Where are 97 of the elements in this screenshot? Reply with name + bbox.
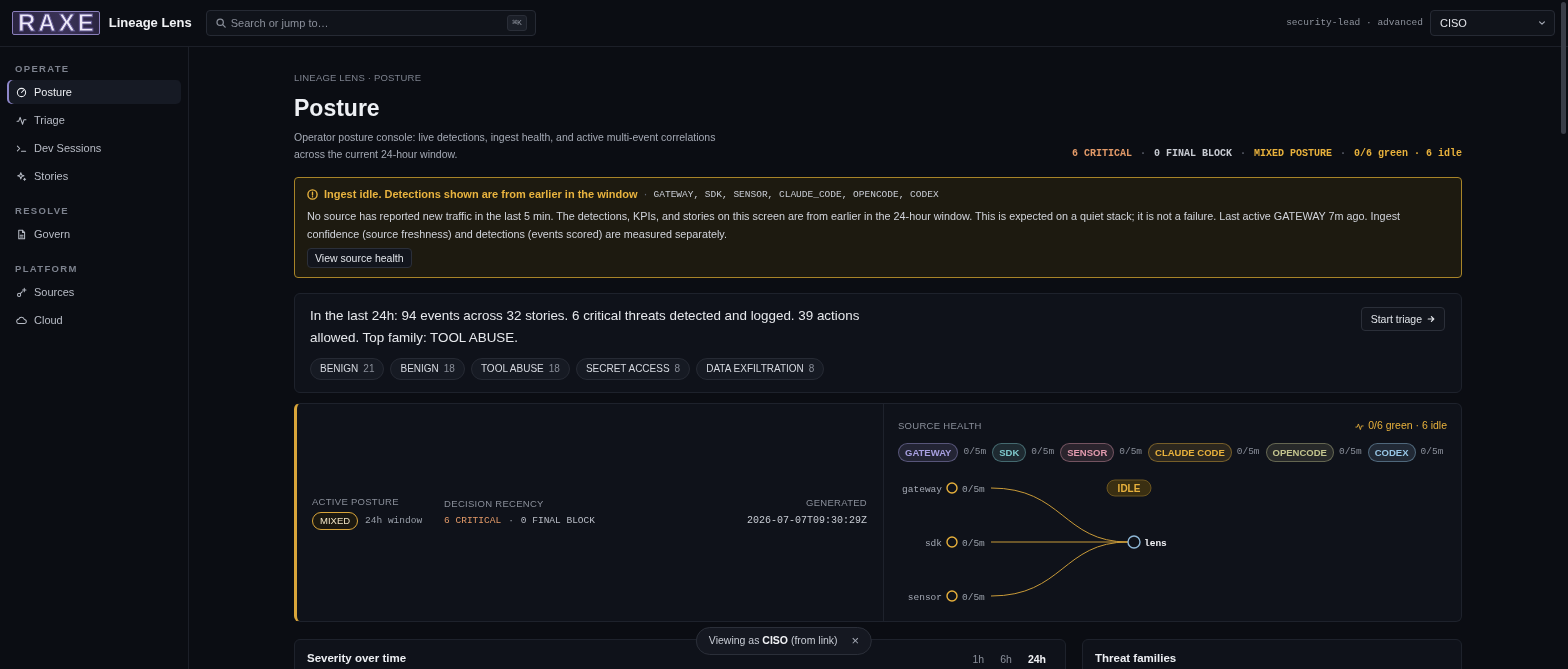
source-tag: OPENCODE bbox=[1265, 443, 1334, 462]
separator: · bbox=[1339, 147, 1346, 162]
source-tag: CODEX bbox=[1367, 443, 1416, 462]
section-label: OPERATE bbox=[14, 63, 70, 75]
section-label: PLATFORM bbox=[14, 263, 78, 275]
search-icon bbox=[215, 18, 226, 28]
status-summary: 6 CRITICAL bbox=[1071, 147, 1132, 162]
node-reading: 0/5m bbox=[962, 591, 985, 603]
window-label: 24h window bbox=[365, 513, 423, 528]
sidebar-item[interactable]: Triage bbox=[7, 108, 181, 132]
source-reading: 0/5m bbox=[1119, 445, 1143, 460]
source-tag: SENSOR bbox=[1060, 443, 1115, 462]
node-label: gateway bbox=[902, 483, 942, 495]
target-node bbox=[1127, 535, 1141, 549]
breadcrumb: LINEAGE LENS · POSTURE bbox=[294, 71, 422, 85]
family-label: BENIGN bbox=[320, 362, 359, 377]
separator: · bbox=[643, 186, 648, 204]
view-source-health-button[interactable]: View source health bbox=[307, 248, 412, 269]
separator: · bbox=[1139, 147, 1146, 162]
health-summary: 0/6 green · 6 idle bbox=[1368, 418, 1447, 434]
page-description: Operator posture console: live detections, ingest health, and active multi-event correlations across the current 24-hour window. bbox=[294, 130, 717, 163]
source-reading: 0/5m bbox=[1338, 445, 1362, 460]
range-tab[interactable]: 24h bbox=[1021, 653, 1052, 667]
section-label: SOURCE HEALTH bbox=[898, 420, 982, 433]
posture-badge: MIXED bbox=[312, 511, 359, 530]
node-reading: 0/5m bbox=[962, 483, 985, 495]
field-label: ACTIVE POSTURE bbox=[312, 495, 399, 508]
role-select[interactable]: CISO bbox=[1430, 10, 1555, 36]
cloud-icon bbox=[16, 314, 27, 326]
source-node bbox=[946, 590, 958, 602]
range-tab[interactable]: 6h bbox=[994, 653, 1018, 667]
sparkle-icon bbox=[16, 170, 27, 182]
generated-timestamp: 2026-07-07T09:30:29Z bbox=[746, 514, 867, 529]
document-icon bbox=[16, 228, 27, 240]
source-reading: 0/5m bbox=[1031, 445, 1055, 460]
pulse-icon bbox=[16, 114, 27, 126]
scrollbar-thumb[interactable] bbox=[1561, 2, 1566, 134]
status-badge: IDLE bbox=[1106, 479, 1152, 497]
terminal-icon bbox=[16, 142, 27, 154]
family-label: TOOL ABUSE bbox=[480, 362, 544, 377]
alert-title: Ingest idle. Detections shown are from earlier in the window bbox=[324, 187, 638, 203]
start-triage-button[interactable]: Start triage bbox=[1360, 307, 1445, 332]
gauge-icon bbox=[16, 86, 27, 98]
recency-value: 0 FINAL BLOCK bbox=[520, 513, 595, 528]
source-reading: 0/5m bbox=[1236, 445, 1260, 460]
close-button[interactable]: × bbox=[851, 634, 860, 649]
alert-message: No source has reported new traffic in the last 5 min. The detections, KPIs, and stories on this screen are from earlier in the 24-hour window. This is expected on a quiet stack; it is not a failure. Last active GATEWAY 7m ago. Ingest confidence (source freshness) and detections (events scored) are measured separately. bbox=[307, 209, 1402, 243]
separator: · bbox=[508, 513, 514, 528]
source-tag: CLAUDE CODE bbox=[1148, 443, 1232, 462]
source-reading: 0/5m bbox=[1420, 445, 1444, 460]
family-label: BENIGN bbox=[400, 362, 439, 377]
separator: · bbox=[1239, 147, 1246, 162]
app-name: Lineage Lens bbox=[108, 14, 192, 33]
family-count: 8 bbox=[674, 362, 681, 377]
sidebar-item[interactable]: Posture bbox=[7, 80, 181, 104]
family-count: 18 bbox=[548, 362, 560, 377]
node-reading: 0/5m bbox=[962, 537, 985, 549]
sidebar-item[interactable]: Dev Sessions bbox=[7, 136, 181, 160]
field-label: GENERATED bbox=[806, 497, 867, 510]
app-logo: RAXE bbox=[12, 11, 100, 35]
source-tag: GATEWAY bbox=[898, 443, 959, 462]
source-tag: SDK bbox=[992, 443, 1027, 462]
range-tab[interactable]: 1h bbox=[966, 653, 991, 667]
sidebar-item[interactable]: Sources bbox=[7, 280, 181, 304]
node-label: lens bbox=[1144, 537, 1167, 549]
field-label: DECISION RECENCY bbox=[444, 497, 544, 510]
card-title: Severity over time bbox=[307, 651, 407, 667]
card-title: Threat families bbox=[1095, 651, 1177, 667]
sidebar-item[interactable]: Stories bbox=[7, 164, 181, 188]
sidebar-item[interactable]: Cloud bbox=[7, 308, 181, 332]
pulse-icon bbox=[1355, 421, 1365, 431]
status-summary: 0 FINAL BLOCK bbox=[1153, 147, 1232, 162]
node-label: sensor bbox=[907, 591, 942, 603]
family-label: DATA EXFILTRATION bbox=[706, 362, 804, 377]
alert-sources: GATEWAY, SDK, SENSOR, CLAUDE_CODE, OPENCODE, CODEX bbox=[653, 188, 939, 203]
family-count: 21 bbox=[363, 362, 375, 377]
status-summary: 0/6 green · 6 idle bbox=[1353, 147, 1462, 162]
sidebar-item[interactable]: Govern bbox=[7, 222, 181, 246]
source-node bbox=[946, 536, 958, 548]
recency-value: 6 CRITICAL bbox=[444, 513, 502, 528]
summary-text: In the last 24h: 94 events across 32 stories. 6 critical threats detected and logged. 39 actions allowed. Top family: TOOL ABUSE. bbox=[310, 307, 861, 348]
warning-icon bbox=[307, 189, 318, 201]
source-reading: 0/5m bbox=[963, 445, 987, 460]
family-count: 8 bbox=[808, 362, 815, 377]
connection-icon bbox=[16, 286, 27, 298]
section-label: RESOLVE bbox=[14, 205, 69, 217]
page-title: Posture bbox=[294, 94, 380, 124]
node-label: sdk bbox=[924, 537, 942, 549]
caret-icon bbox=[1538, 19, 1546, 27]
shortcut-hint: ⌘K bbox=[507, 15, 527, 31]
source-node bbox=[946, 482, 958, 494]
arrow-right-icon bbox=[1427, 315, 1435, 324]
toast-message: Viewing as CISO (from link) bbox=[708, 633, 838, 649]
status-summary: MIXED POSTURE bbox=[1253, 147, 1332, 162]
family-count: 18 bbox=[443, 362, 455, 377]
user-label: security-lead · advanced bbox=[1286, 15, 1423, 30]
family-label: SECRET ACCESS bbox=[585, 362, 670, 377]
